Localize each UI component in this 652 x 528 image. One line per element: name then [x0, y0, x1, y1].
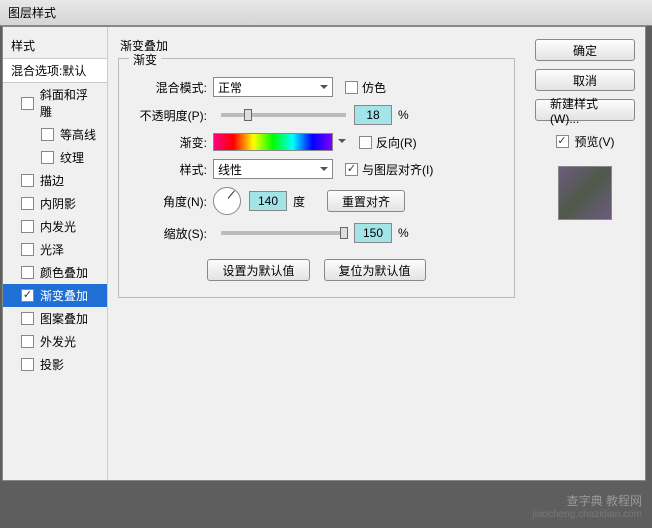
style-item[interactable]: 光泽: [3, 238, 107, 261]
blend-mode-select[interactable]: 正常: [213, 77, 333, 97]
style-item-label: 图案叠加: [40, 310, 88, 327]
checkbox-icon: [41, 128, 54, 141]
preview-swatch: [558, 166, 612, 220]
style-list: 斜面和浮雕等高线纹理描边内阴影内发光光泽颜色叠加渐变叠加图案叠加外发光投影: [3, 83, 107, 376]
opacity-unit: %: [398, 108, 409, 122]
styles-sidebar: 样式 混合选项:默认 斜面和浮雕等高线纹理描边内阴影内发光光泽颜色叠加渐变叠加图…: [3, 27, 108, 480]
angle-label: 角度(N):: [127, 193, 213, 210]
dialog-body: 样式 混合选项:默认 斜面和浮雕等高线纹理描边内阴影内发光光泽颜色叠加渐变叠加图…: [2, 26, 646, 481]
scale-label: 缩放(S):: [127, 225, 213, 242]
checkbox-icon: [21, 174, 34, 187]
style-item-label: 纹理: [60, 149, 84, 166]
style-item-label: 内发光: [40, 218, 76, 235]
style-item-label: 内阴影: [40, 195, 76, 212]
align-checkbox[interactable]: 与图层对齐(I): [345, 161, 433, 178]
fieldset-label: 渐变: [129, 51, 161, 68]
right-buttons: 确定 取消 新建样式(W)... 预览(V): [525, 27, 645, 480]
dither-checkbox[interactable]: 仿色: [345, 79, 386, 96]
scale-unit: %: [398, 226, 409, 240]
style-item[interactable]: 纹理: [3, 146, 107, 169]
styles-heading[interactable]: 样式: [3, 33, 107, 58]
style-label: 样式:: [127, 161, 213, 178]
style-item-label: 光泽: [40, 241, 64, 258]
style-item[interactable]: 渐变叠加: [3, 284, 107, 307]
scale-input[interactable]: 150: [354, 223, 392, 243]
reset-default-button[interactable]: 复位为默认值: [324, 259, 426, 281]
style-item[interactable]: 投影: [3, 353, 107, 376]
checkbox-icon: [21, 266, 34, 279]
checkbox-icon: [556, 135, 569, 148]
gradient-fieldset: 渐变 混合模式: 正常 仿色 不透明度(P): 18 % 渐变:: [118, 58, 515, 298]
style-item-label: 投影: [40, 356, 64, 373]
style-item-label: 渐变叠加: [40, 287, 88, 304]
checkbox-icon: [21, 220, 34, 233]
style-item[interactable]: 颜色叠加: [3, 261, 107, 284]
checkbox-icon: [345, 81, 358, 94]
opacity-label: 不透明度(P):: [127, 107, 213, 124]
dialog-titlebar: 图层样式: [0, 0, 652, 26]
angle-unit: 度: [293, 193, 305, 210]
style-item-label: 外发光: [40, 333, 76, 350]
opacity-slider[interactable]: [221, 113, 346, 117]
style-item[interactable]: 图案叠加: [3, 307, 107, 330]
new-style-button[interactable]: 新建样式(W)...: [535, 99, 635, 121]
style-item[interactable]: 斜面和浮雕: [3, 83, 107, 123]
blend-mode-label: 混合模式:: [127, 79, 213, 96]
style-item-label: 等高线: [60, 126, 96, 143]
style-item[interactable]: 内阴影: [3, 192, 107, 215]
scale-slider[interactable]: [221, 231, 346, 235]
set-default-button[interactable]: 设置为默认值: [207, 259, 309, 281]
style-item[interactable]: 等高线: [3, 123, 107, 146]
checkbox-icon: [21, 243, 34, 256]
checkbox-icon: [359, 136, 372, 149]
ok-button[interactable]: 确定: [535, 39, 635, 61]
angle-input[interactable]: 140: [249, 191, 287, 211]
style-item-label: 斜面和浮雕: [40, 86, 99, 120]
dialog-title: 图层样式: [8, 6, 56, 20]
style-item-label: 颜色叠加: [40, 264, 88, 281]
checkbox-icon: [21, 197, 34, 210]
checkbox-icon: [41, 151, 54, 164]
panel-title: 渐变叠加: [120, 37, 519, 54]
reset-align-button[interactable]: 重置对齐: [327, 190, 405, 212]
checkbox-icon: [21, 312, 34, 325]
opacity-input[interactable]: 18: [354, 105, 392, 125]
style-item[interactable]: 内发光: [3, 215, 107, 238]
style-item-label: 描边: [40, 172, 64, 189]
gradient-label: 渐变:: [127, 134, 213, 151]
preview-checkbox[interactable]: 预览(V): [556, 133, 615, 150]
checkbox-icon: [21, 97, 34, 110]
cancel-button[interactable]: 取消: [535, 69, 635, 91]
gradient-picker[interactable]: [213, 133, 333, 151]
checkbox-icon: [21, 335, 34, 348]
blend-options-header[interactable]: 混合选项:默认: [3, 58, 107, 83]
checkbox-icon: [21, 358, 34, 371]
style-select[interactable]: 线性: [213, 159, 333, 179]
checkbox-icon: [21, 289, 34, 302]
reverse-checkbox[interactable]: 反向(R): [359, 134, 417, 151]
watermark: 查字典 教程网 jiaocheng.chazidian.com: [532, 492, 642, 520]
style-item[interactable]: 外发光: [3, 330, 107, 353]
checkbox-icon: [345, 163, 358, 176]
style-item[interactable]: 描边: [3, 169, 107, 192]
angle-dial[interactable]: [213, 187, 241, 215]
options-panel: 渐变叠加 渐变 混合模式: 正常 仿色 不透明度(P): 18 % 渐: [108, 27, 525, 480]
